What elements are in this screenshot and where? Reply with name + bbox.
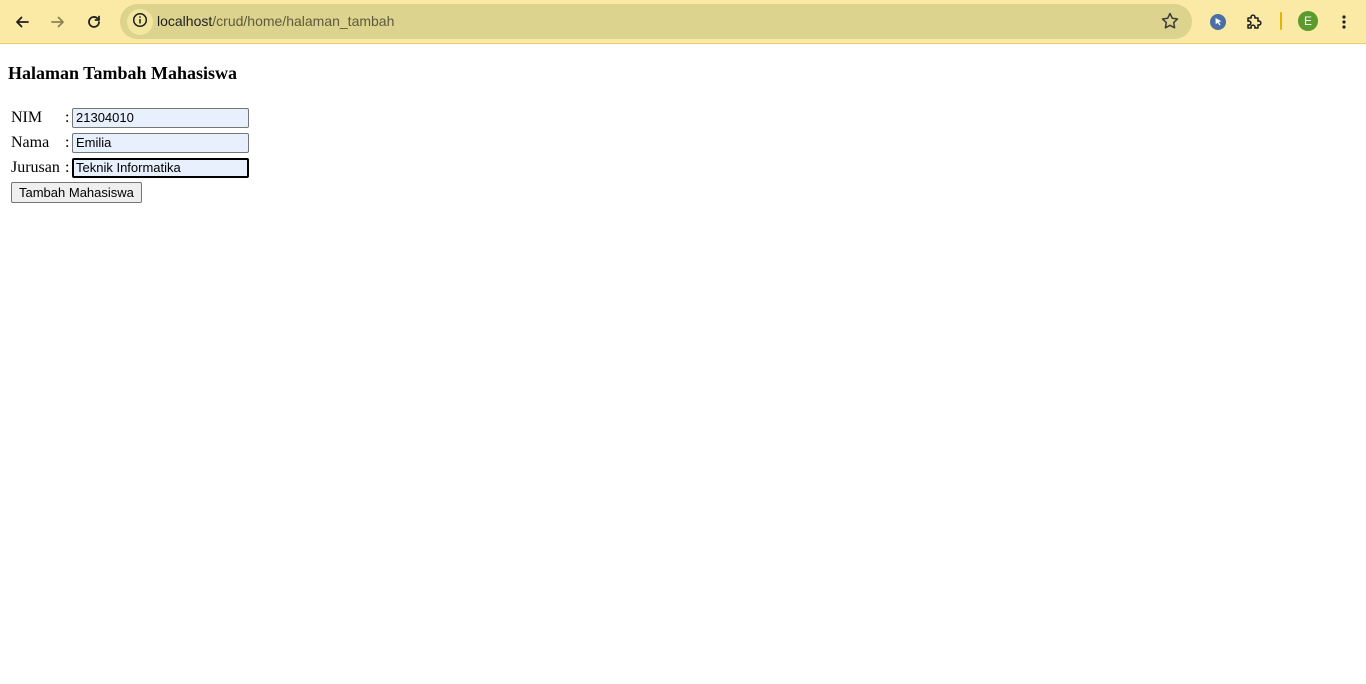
nim-row: NIM : (11, 107, 249, 128)
address-bar[interactable]: localhost/crud/home/halaman_tambah (120, 4, 1192, 39)
page-title: Halaman Tambah Mahasiswa (8, 63, 238, 83)
bookmark-button[interactable] (1160, 11, 1180, 36)
info-icon (132, 12, 148, 33)
jurusan-row: Jurusan : (11, 157, 249, 178)
forward-arrow-icon (50, 14, 66, 30)
url-text[interactable]: localhost/crud/home/halaman_tambah (157, 4, 394, 39)
star-icon (1160, 12, 1180, 35)
url-host: localhost (157, 13, 213, 29)
extensions-button[interactable] (1238, 6, 1270, 38)
back-arrow-icon (14, 14, 30, 30)
jurusan-label: Jurusan (11, 158, 60, 176)
forward-button[interactable] (42, 6, 74, 38)
kebab-menu-icon (1336, 14, 1352, 30)
extension-button[interactable] (1202, 6, 1234, 38)
jurusan-colon: : (65, 158, 70, 176)
browser-menu-button[interactable] (1328, 6, 1360, 38)
nama-input[interactable] (72, 132, 249, 153)
nim-label: NIM (11, 108, 43, 126)
nama-label: Nama (11, 133, 50, 151)
url-path: /crud/home/halaman_tambah (212, 13, 395, 29)
cursor-extension-icon (1209, 13, 1227, 31)
profile-avatar[interactable]: E (1298, 11, 1318, 31)
reload-button[interactable] (78, 6, 110, 38)
nim-colon: : (65, 108, 70, 126)
nama-colon: : (65, 133, 70, 151)
jurusan-input[interactable] (72, 157, 249, 178)
nim-input[interactable] (72, 107, 249, 128)
site-info-button[interactable] (127, 9, 153, 35)
browser-toolbar: localhost/crud/home/halaman_tambah E (0, 0, 1366, 44)
puzzle-icon (1245, 13, 1263, 31)
nama-row: Nama : (11, 132, 249, 153)
reload-icon (86, 14, 102, 30)
back-button[interactable] (6, 6, 38, 38)
toolbar-divider (1280, 12, 1282, 30)
tambah-mahasiswa-button[interactable]: Tambah Mahasiswa (11, 182, 142, 203)
